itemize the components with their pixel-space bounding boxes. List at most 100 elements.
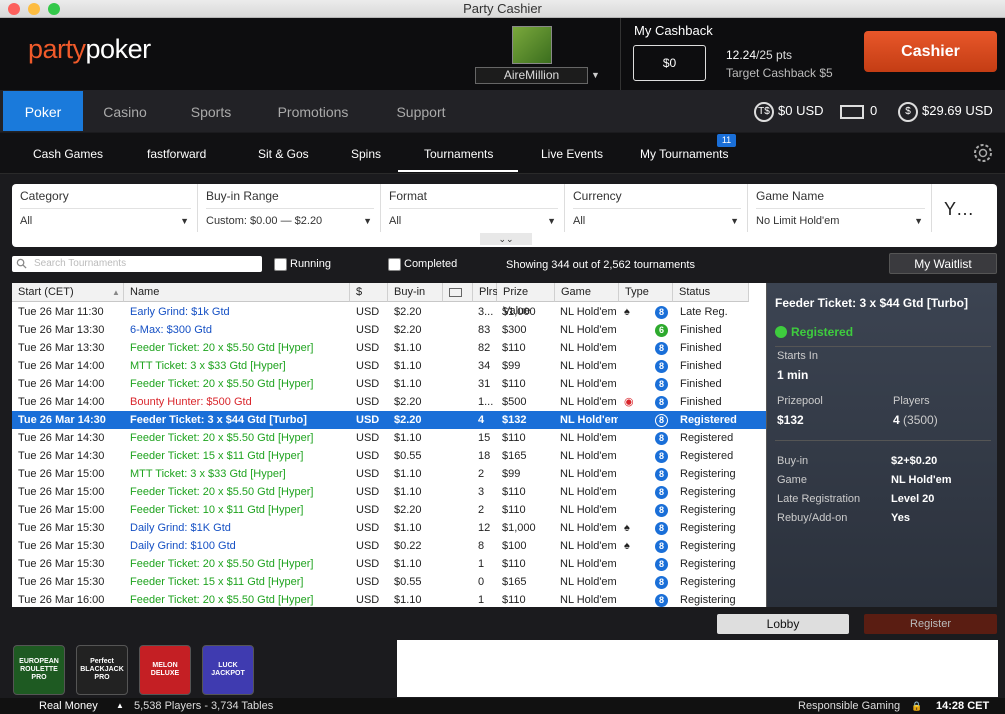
cashier-button[interactable]: Cashier [864,31,997,72]
table-row[interactable]: Tue 26 Mar 14:00 Bounty Hunter: $500 Gtd U… [12,393,766,411]
table-row[interactable]: Tue 26 Mar 14:30 Feeder Ticket: 20 x $5.5… [12,429,766,447]
filter-value[interactable]: No Limit Hold'em ▼ [756,208,925,232]
collapse-filters-icon[interactable]: ⌄⌄ [480,233,532,245]
username[interactable]: AireMillion [475,67,588,84]
zoom-window-button[interactable] [48,3,60,15]
cell-plrs: 4 [478,414,485,426]
filter-game-name[interactable]: Game Name No Limit Hold'em ▼ [748,184,932,232]
tab-support[interactable]: Support [384,91,458,131]
promo-banner[interactable] [397,640,998,697]
register-button[interactable]: Register [864,614,997,634]
table-row[interactable]: Tue 26 Mar 11:30 Early Grind: $1k Gtd USD $… [12,303,766,321]
cell-prize: $110 [502,594,526,606]
search-input[interactable]: Search Tournaments [12,256,262,272]
filter-value[interactable]: All ▼ [573,208,741,232]
table-row[interactable]: Tue 26 Mar 14:00 Feeder Ticket: 20 x $5.5… [12,375,766,393]
col-game[interactable]: Game [555,283,619,302]
game-thumbnail[interactable]: Perfect BLACKJACK PRO [76,645,128,695]
showing-count: Showing 344 out of 2,562 tournaments [506,259,695,271]
starts-in-label: Starts In [777,350,818,362]
running-checkbox[interactable] [274,258,287,271]
tdollar-balance[interactable]: T$ $0 USD [754,101,824,122]
tab-sports[interactable]: Sports [176,91,246,131]
table-row[interactable]: Tue 26 Mar 14:30 Feeder Ticket: 3 x $44 G… [12,411,766,429]
gear-icon[interactable] [971,141,995,165]
cash-balance[interactable]: $ $29.69 USD [898,101,993,122]
table-row[interactable]: Tue 26 Mar 15:30 Feeder Ticket: 15 x $11 … [12,573,766,591]
filter-icon[interactable]: Y… [934,192,984,228]
close-window-button[interactable] [8,3,20,15]
tab-poker[interactable]: Poker [3,91,83,131]
col-buyin[interactable]: Buy-in [388,283,443,302]
col-prize-value[interactable]: Prize Value [497,283,555,317]
col-status[interactable]: Status [673,283,749,302]
cell-game: NL Hold'em [560,432,617,444]
tab-spins[interactable]: Spins [351,134,381,172]
filter-format[interactable]: Format All ▼ [381,184,565,232]
tab-cash-games[interactable]: Cash Games [33,134,103,172]
table-row[interactable]: Tue 26 Mar 15:00 Feeder Ticket: 10 x $11 … [12,501,766,519]
lobby-button[interactable]: Lobby [717,614,849,634]
cell-type: 8 [655,573,671,591]
col-type[interactable]: Type [619,283,673,302]
chevron-up-icon[interactable]: ▲ [116,698,124,714]
game-thumbnail[interactable]: LUCK JACKPOT [202,645,254,695]
table-row[interactable]: Tue 26 Mar 14:00 MTT Ticket: 3 x $33 Gtd … [12,357,766,375]
table-row[interactable]: Tue 26 Mar 14:30 Feeder Ticket: 15 x $11 … [12,447,766,465]
filter-value[interactable]: Custom: $0.00 — $2.20 ▼ [206,208,374,232]
chevron-down-icon[interactable]: ▼ [591,70,600,80]
avatar[interactable] [512,26,552,64]
tickets-balance[interactable]: 0 [840,101,877,121]
filter-currency[interactable]: Currency All ▼ [565,184,748,232]
table-row[interactable]: Tue 26 Mar 15:30 Daily Grind: $100 Gtd USD… [12,537,766,555]
my-tournaments-badge: 11 [717,134,736,147]
cell-type: 8 [655,465,671,483]
table-row[interactable]: Tue 26 Mar 15:00 Feeder Ticket: 20 x $5.5… [12,483,766,501]
cell-buyin: $1.10 [394,432,422,444]
filter-category[interactable]: Category All ▼ [12,184,198,232]
cell-game: NL Hold'em [560,342,617,354]
cell-game: NL Hold'em [560,306,617,318]
filter-buyin-range[interactable]: Buy-in Range Custom: $0.00 — $2.20 ▼ [198,184,381,232]
filter-value[interactable]: All ▼ [20,208,191,232]
cell-plrs: 31 [478,378,491,390]
table-row[interactable]: Tue 26 Mar 16:00 Feeder Ticket: 20 x $5.5… [12,591,766,607]
tab-my-tournaments[interactable]: My Tournaments [640,134,728,172]
tab-live-events[interactable]: Live Events [541,134,603,172]
completed-checkbox[interactable] [388,258,401,271]
clock-time: 14:28 CET [936,700,990,712]
tab-fastforward[interactable]: fastforward [147,134,206,172]
cell-game: NL Hold'em [560,558,617,570]
col-players[interactable]: Plrs [473,283,498,302]
minimize-window-button[interactable] [28,3,40,15]
cell-type: 8 [655,339,671,357]
my-waitlist-button[interactable]: My Waitlist [889,253,997,274]
game-thumbnail[interactable]: MELON DELUXE [139,645,191,695]
table-row[interactable]: Tue 26 Mar 13:30 6-Max: $300 Gtd USD $2.20 8… [12,321,766,339]
cashback-value[interactable]: $0 [633,45,706,81]
col-start[interactable]: Start (CET) [12,283,124,302]
cashback-title: My Cashback [634,23,713,38]
table-row[interactable]: Tue 26 Mar 15:00 MTT Ticket: 3 x $33 Gtd … [12,465,766,483]
game-thumbnail[interactable]: EUROPEAN ROULETTE PRO [13,645,65,695]
col-name[interactable]: Name [124,283,350,302]
cell-buyin: $1.10 [394,378,422,390]
col-currency[interactable]: $ [350,283,388,302]
cell-plrs: 2 [478,468,485,480]
cell-buyin: $2.20 [394,414,422,426]
cell-prize: $500 [502,396,527,408]
tab-promotions[interactable]: Promotions [268,91,358,131]
cell-start: Tue 26 Mar 15:00 [18,504,105,516]
cell-name: Feeder Ticket: 20 x $5.50 Gtd [Hyper] [130,342,314,354]
table-row[interactable]: Tue 26 Mar 13:30 Feeder Ticket: 20 x $5.5… [12,339,766,357]
filter-value[interactable]: All ▼ [389,208,558,232]
col-ticket[interactable] [443,283,473,302]
tab-tournaments[interactable]: Tournaments [424,134,493,172]
table-row[interactable]: Tue 26 Mar 15:30 Daily Grind: $1K Gtd USD $… [12,519,766,537]
tab-sit-and-gos[interactable]: Sit & Gos [258,134,309,172]
tab-casino[interactable]: Casino [88,91,162,131]
table-row[interactable]: Tue 26 Mar 15:30 Feeder Ticket: 20 x $5.5… [12,555,766,573]
responsible-gaming-link[interactable]: Responsible Gaming [798,698,900,714]
cell-start: Tue 26 Mar 15:30 [18,558,105,570]
real-money-selector[interactable]: Real Money [39,698,98,714]
